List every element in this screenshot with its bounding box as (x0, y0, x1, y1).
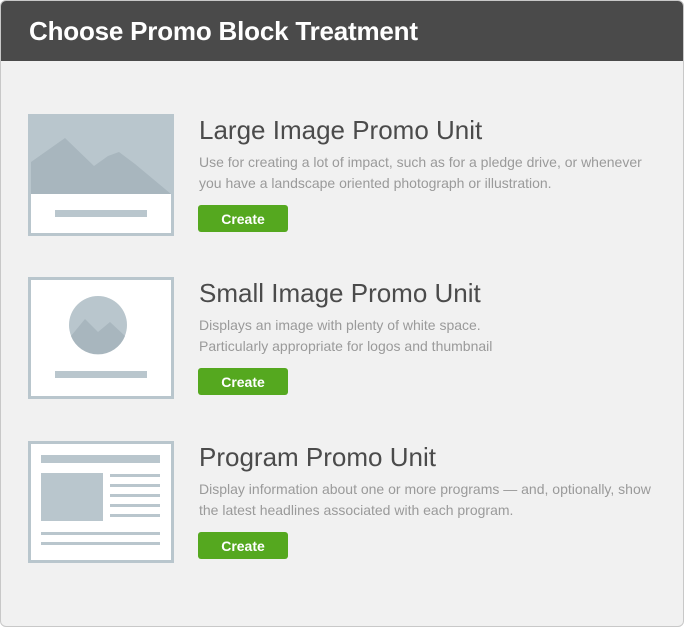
small-image-thumbnail-icon (28, 277, 174, 399)
option-title: Large Image Promo Unit (199, 115, 483, 145)
option-description: Use for creating a lot of impact, such a… (199, 154, 642, 191)
promo-treatment-dialog: Choose Promo Block Treatment Large Image… (0, 0, 684, 627)
option-text: Small Image Promo Unit Displays an image… (199, 277, 659, 357)
dialog-title: Choose Promo Block Treatment (29, 15, 418, 46)
dialog-header: Choose Promo Block Treatment (1, 1, 683, 61)
option-text: Program Promo Unit Display information a… (199, 441, 659, 521)
create-program-button[interactable]: Create (198, 532, 288, 559)
option-text: Large Image Promo Unit Use for creating … (199, 114, 659, 194)
option-description: Display information about one or more pr… (199, 481, 651, 518)
program-thumbnail-icon (28, 441, 174, 563)
large-image-thumbnail-icon (28, 114, 174, 236)
create-small-image-button[interactable]: Create (198, 368, 288, 395)
option-title: Small Image Promo Unit (199, 278, 481, 308)
option-description: Displays an image with plenty of white s… (199, 317, 493, 354)
option-title: Program Promo Unit (199, 442, 436, 472)
create-large-image-button[interactable]: Create (198, 205, 288, 232)
